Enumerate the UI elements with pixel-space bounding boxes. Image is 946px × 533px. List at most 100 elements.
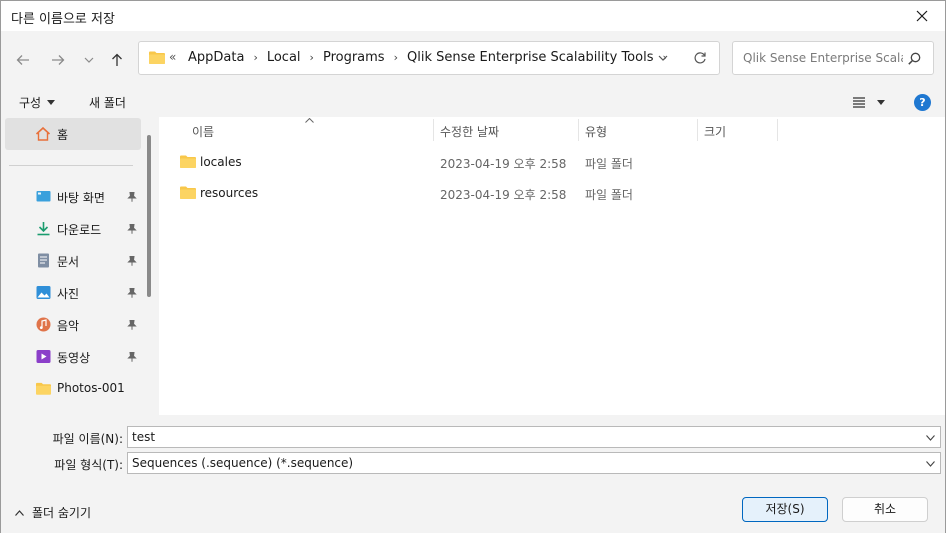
arrow-right-icon: [52, 55, 65, 65]
column-header-name[interactable]: 이름: [192, 117, 432, 143]
sidebar-item-label: 바탕 화면: [57, 191, 105, 205]
breadcrumb-separator[interactable]: ›: [388, 51, 404, 64]
file-row[interactable]: locales 2023-04-19 오후 2:58 파일 폴더: [159, 147, 945, 177]
sidebar-item-label: 다운로드: [57, 223, 102, 237]
filetype-select[interactable]: Sequences (.sequence) (*.sequence): [127, 452, 941, 474]
breadcrumb-separator[interactable]: ›: [247, 51, 263, 64]
breadcrumb-qlik-tools[interactable]: Qlik Sense Enterprise Scalability Tools: [404, 50, 657, 65]
pictures-icon: [36, 286, 51, 299]
filename-label: 파일 이름(N):: [52, 432, 123, 446]
breadcrumb-appdata[interactable]: AppData: [185, 50, 247, 65]
sidebar-item-label: 음악: [57, 319, 80, 333]
up-button[interactable]: [105, 49, 129, 71]
file-name: locales: [200, 155, 242, 169]
arrow-up-icon: [112, 53, 122, 66]
forward-button[interactable]: [46, 49, 70, 71]
search-icon: [908, 52, 921, 65]
window-title: 다른 이름으로 저장: [11, 12, 115, 27]
column-divider[interactable]: [578, 119, 579, 141]
recent-locations-button[interactable]: [77, 49, 101, 71]
document-icon: [38, 253, 49, 268]
hide-folders-toggle[interactable]: 폴더 숨기기: [15, 504, 91, 521]
column-divider[interactable]: [777, 119, 778, 141]
sidebar-item-home[interactable]: 홈: [5, 118, 141, 150]
chevron-down-icon: [84, 57, 94, 63]
pin-icon[interactable]: [127, 192, 137, 202]
filetype-label: 파일 형식(T):: [54, 458, 123, 472]
search-placeholder: Qlik Sense Enterprise Scala...: [743, 51, 903, 65]
pin-icon[interactable]: [127, 256, 137, 266]
sidebar-item-documents[interactable]: 문서: [1, 247, 145, 275]
cancel-button[interactable]: 취소: [842, 497, 928, 522]
pin-icon[interactable]: [127, 320, 137, 330]
caret-down-icon: [47, 100, 56, 105]
sidebar-item-videos[interactable]: 동영상: [1, 343, 145, 371]
divider: [9, 165, 133, 166]
file-row[interactable]: resources 2023-04-19 오후 2:58 파일 폴더: [159, 178, 945, 208]
column-header-type[interactable]: 유형: [585, 117, 695, 143]
chevron-down-icon[interactable]: [926, 435, 935, 441]
file-name: resources: [200, 186, 259, 200]
view-options-icon[interactable]: [852, 96, 866, 108]
sidebar-item-label: 동영상: [57, 351, 91, 365]
refresh-icon[interactable]: [693, 51, 707, 65]
back-button[interactable]: [11, 49, 35, 71]
download-icon: [37, 222, 50, 236]
column-header-size[interactable]: 크기: [704, 117, 774, 143]
column-divider[interactable]: [697, 119, 698, 141]
save-button[interactable]: 저장(S): [742, 497, 828, 522]
arrow-left-icon: [16, 55, 29, 65]
breadcrumb-separator[interactable]: ›: [304, 51, 320, 64]
breadcrumb-programs[interactable]: Programs: [320, 50, 388, 65]
hide-folders-label: 폴더 숨기기: [32, 506, 92, 520]
file-type: 파일 폴더: [585, 157, 633, 171]
sidebar-item-downloads[interactable]: 다운로드: [1, 215, 145, 243]
sidebar-item-desktop[interactable]: 바탕 화면: [1, 183, 145, 211]
address-history-chevron-icon[interactable]: [657, 52, 669, 64]
music-icon: [36, 317, 51, 332]
column-divider[interactable]: [433, 119, 434, 141]
overflow-indicator[interactable]: «: [169, 50, 176, 64]
command-bar: 구성 새 폴더 ?: [1, 87, 945, 117]
view-caret-down-icon[interactable]: [877, 100, 885, 105]
filename-value: test: [132, 430, 156, 444]
close-button[interactable]: [899, 1, 945, 31]
sidebar-item-label: 사진: [57, 287, 80, 301]
organize-button[interactable]: 구성: [19, 94, 56, 111]
sidebar-item-label: Photos-001: [57, 381, 125, 395]
breadcrumb-local[interactable]: Local: [264, 50, 304, 65]
new-folder-button[interactable]: 새 폴더: [89, 94, 126, 111]
pin-icon[interactable]: [127, 352, 137, 362]
folder-icon: [180, 186, 196, 199]
chevron-up-icon: [15, 509, 24, 516]
pin-icon[interactable]: [127, 288, 137, 298]
sidebar-item-photos-001[interactable]: Photos-001: [1, 375, 145, 403]
chevron-down-icon: [926, 461, 935, 467]
home-icon: [35, 126, 51, 141]
file-modified: 2023-04-19 오후 2:58: [440, 188, 567, 202]
navigation-pane: 홈 바탕 화면 다운로드 문서 사진 음악 동영상 Photos-001: [1, 117, 159, 415]
save-form: 파일 이름(N): test 파일 형식(T): Sequences (.seq…: [1, 415, 945, 533]
file-list: 이름 수정한 날짜 유형 크기 locales 2023-04-19 오후 2:…: [159, 117, 945, 415]
filename-field[interactable]: test: [127, 426, 941, 448]
title-bar: 다른 이름으로 저장: [1, 1, 945, 31]
column-header-modified[interactable]: 수정한 날짜: [440, 117, 580, 143]
search-input[interactable]: Qlik Sense Enterprise Scala...: [732, 41, 934, 75]
folder-icon: [36, 382, 51, 395]
sidebar-scrollbar[interactable]: [147, 135, 151, 297]
sidebar-item-label: 홈: [57, 128, 69, 142]
filetype-value: Sequences (.sequence) (*.sequence): [132, 456, 354, 470]
help-button[interactable]: ?: [914, 94, 931, 111]
pin-icon[interactable]: [127, 224, 137, 234]
file-modified: 2023-04-19 오후 2:58: [440, 157, 567, 171]
sidebar-item-music[interactable]: 음악: [1, 311, 145, 339]
sidebar-item-pictures[interactable]: 사진: [1, 279, 145, 307]
file-type: 파일 폴더: [585, 188, 633, 202]
close-icon: [916, 10, 928, 22]
sidebar-item-label: 문서: [57, 255, 80, 269]
address-bar[interactable]: « AppData › Local › Programs › Qlik Sens…: [138, 41, 720, 75]
folder-icon: [149, 51, 165, 64]
desktop-icon: [36, 191, 51, 202]
organize-label: 구성: [19, 96, 42, 110]
navigation-row: « AppData › Local › Programs › Qlik Sens…: [1, 31, 945, 87]
